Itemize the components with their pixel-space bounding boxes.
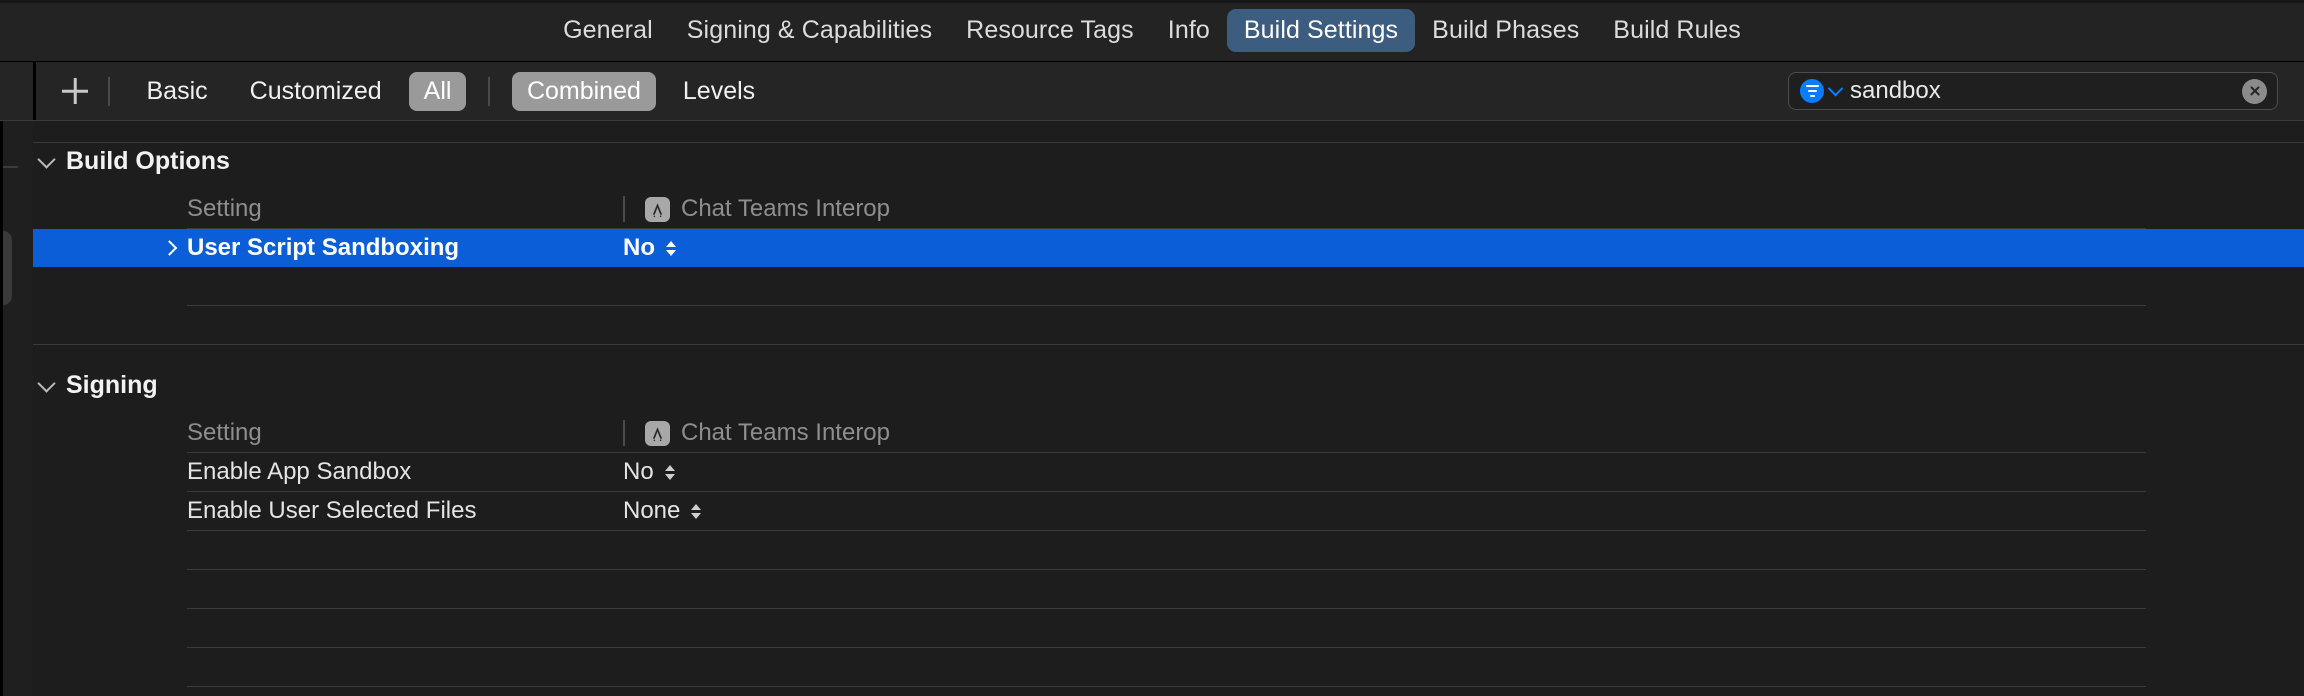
app-target-icon [645, 421, 670, 446]
settings-list: Build Options Setting Chat Teams Interop… [33, 121, 2304, 696]
tab-general[interactable]: General [546, 9, 670, 52]
build-settings-body: Build Options Setting Chat Teams Interop… [0, 121, 2304, 696]
tab-build-phases[interactable]: Build Phases [1415, 9, 1596, 52]
tab-resource-tags[interactable]: Resource Tags [949, 9, 1151, 52]
project-editor-tab-bar: General Signing & Capabilities Resource … [0, 0, 2304, 62]
chevron-down-icon[interactable] [1828, 80, 1844, 96]
gutter-rule [0, 121, 3, 696]
toolbar-divider-1 [108, 77, 110, 106]
stepper-icon[interactable] [691, 504, 701, 519]
setting-value-label: No [623, 458, 654, 486]
setting-value-label: No [623, 234, 655, 262]
setting-row-enable-app-sandbox[interactable]: Enable App Sandbox No [33, 453, 2304, 491]
stepper-icon[interactable] [666, 241, 676, 256]
setting-name: Enable App Sandbox [33, 458, 623, 486]
column-header-setting: Setting [33, 195, 623, 223]
empty-row [33, 609, 2304, 647]
filter-basic-button[interactable]: Basic [132, 72, 223, 111]
filter-all-button[interactable]: All [409, 72, 467, 111]
filter-icon[interactable] [1800, 79, 1824, 103]
left-gutter [0, 121, 33, 696]
setting-value[interactable]: No [623, 234, 2304, 262]
column-header-setting: Setting [33, 419, 623, 447]
chevron-right-icon[interactable] [162, 240, 178, 256]
build-settings-toolbar: Basic Customized All Combined Levels san… [0, 62, 2304, 121]
add-setting-button[interactable] [58, 74, 92, 108]
section-header-signing[interactable]: Signing [33, 371, 2304, 400]
row-separator [187, 686, 2146, 687]
tab-build-settings[interactable]: Build Settings [1227, 9, 1415, 52]
target-name: Chat Teams Interop [681, 195, 890, 223]
tab-signing-capabilities[interactable]: Signing & Capabilities [670, 9, 949, 52]
filter-customized-button[interactable]: Customized [235, 72, 397, 111]
empty-row [33, 648, 2304, 686]
empty-row [33, 267, 2304, 305]
search-input[interactable]: sandbox [1850, 77, 2242, 105]
search-field[interactable]: sandbox [1788, 72, 2278, 110]
column-header-target: Chat Teams Interop [623, 419, 2304, 447]
tab-info[interactable]: Info [1151, 9, 1227, 52]
setting-value[interactable]: No [623, 458, 2304, 486]
empty-row [33, 570, 2304, 608]
setting-row-enable-user-selected-files[interactable]: Enable User Selected Files None [33, 492, 2304, 530]
column-header-target: Chat Teams Interop [623, 195, 2304, 223]
column-header-row: Setting Chat Teams Interop [33, 190, 2304, 228]
column-header-row: Setting Chat Teams Interop [33, 414, 2304, 452]
setting-value[interactable]: None [623, 497, 2304, 525]
clear-search-icon[interactable] [2242, 79, 2267, 104]
chevron-down-icon[interactable] [37, 374, 55, 392]
empty-row [33, 306, 2304, 344]
setting-row-user-script-sandboxing[interactable]: User Script Sandboxing No [33, 229, 2304, 267]
section-header-build-options[interactable]: Build Options [33, 147, 2304, 176]
filter-levels-button[interactable]: Levels [668, 72, 770, 111]
target-name: Chat Teams Interop [681, 419, 890, 447]
toolbar-divider-2 [488, 77, 490, 106]
tab-build-rules[interactable]: Build Rules [1596, 9, 1758, 52]
chevron-down-icon[interactable] [37, 150, 55, 168]
stepper-icon[interactable] [665, 465, 675, 480]
setting-name: User Script Sandboxing [33, 234, 623, 262]
top-separator [33, 142, 2304, 143]
filter-combined-button[interactable]: Combined [512, 72, 656, 111]
setting-label: User Script Sandboxing [187, 234, 459, 261]
app-target-icon [645, 197, 670, 222]
setting-name: Enable User Selected Files [33, 497, 623, 525]
section-title: Signing [66, 371, 158, 400]
setting-value-label: None [623, 497, 680, 525]
empty-row [33, 531, 2304, 569]
section-title: Build Options [66, 147, 230, 176]
